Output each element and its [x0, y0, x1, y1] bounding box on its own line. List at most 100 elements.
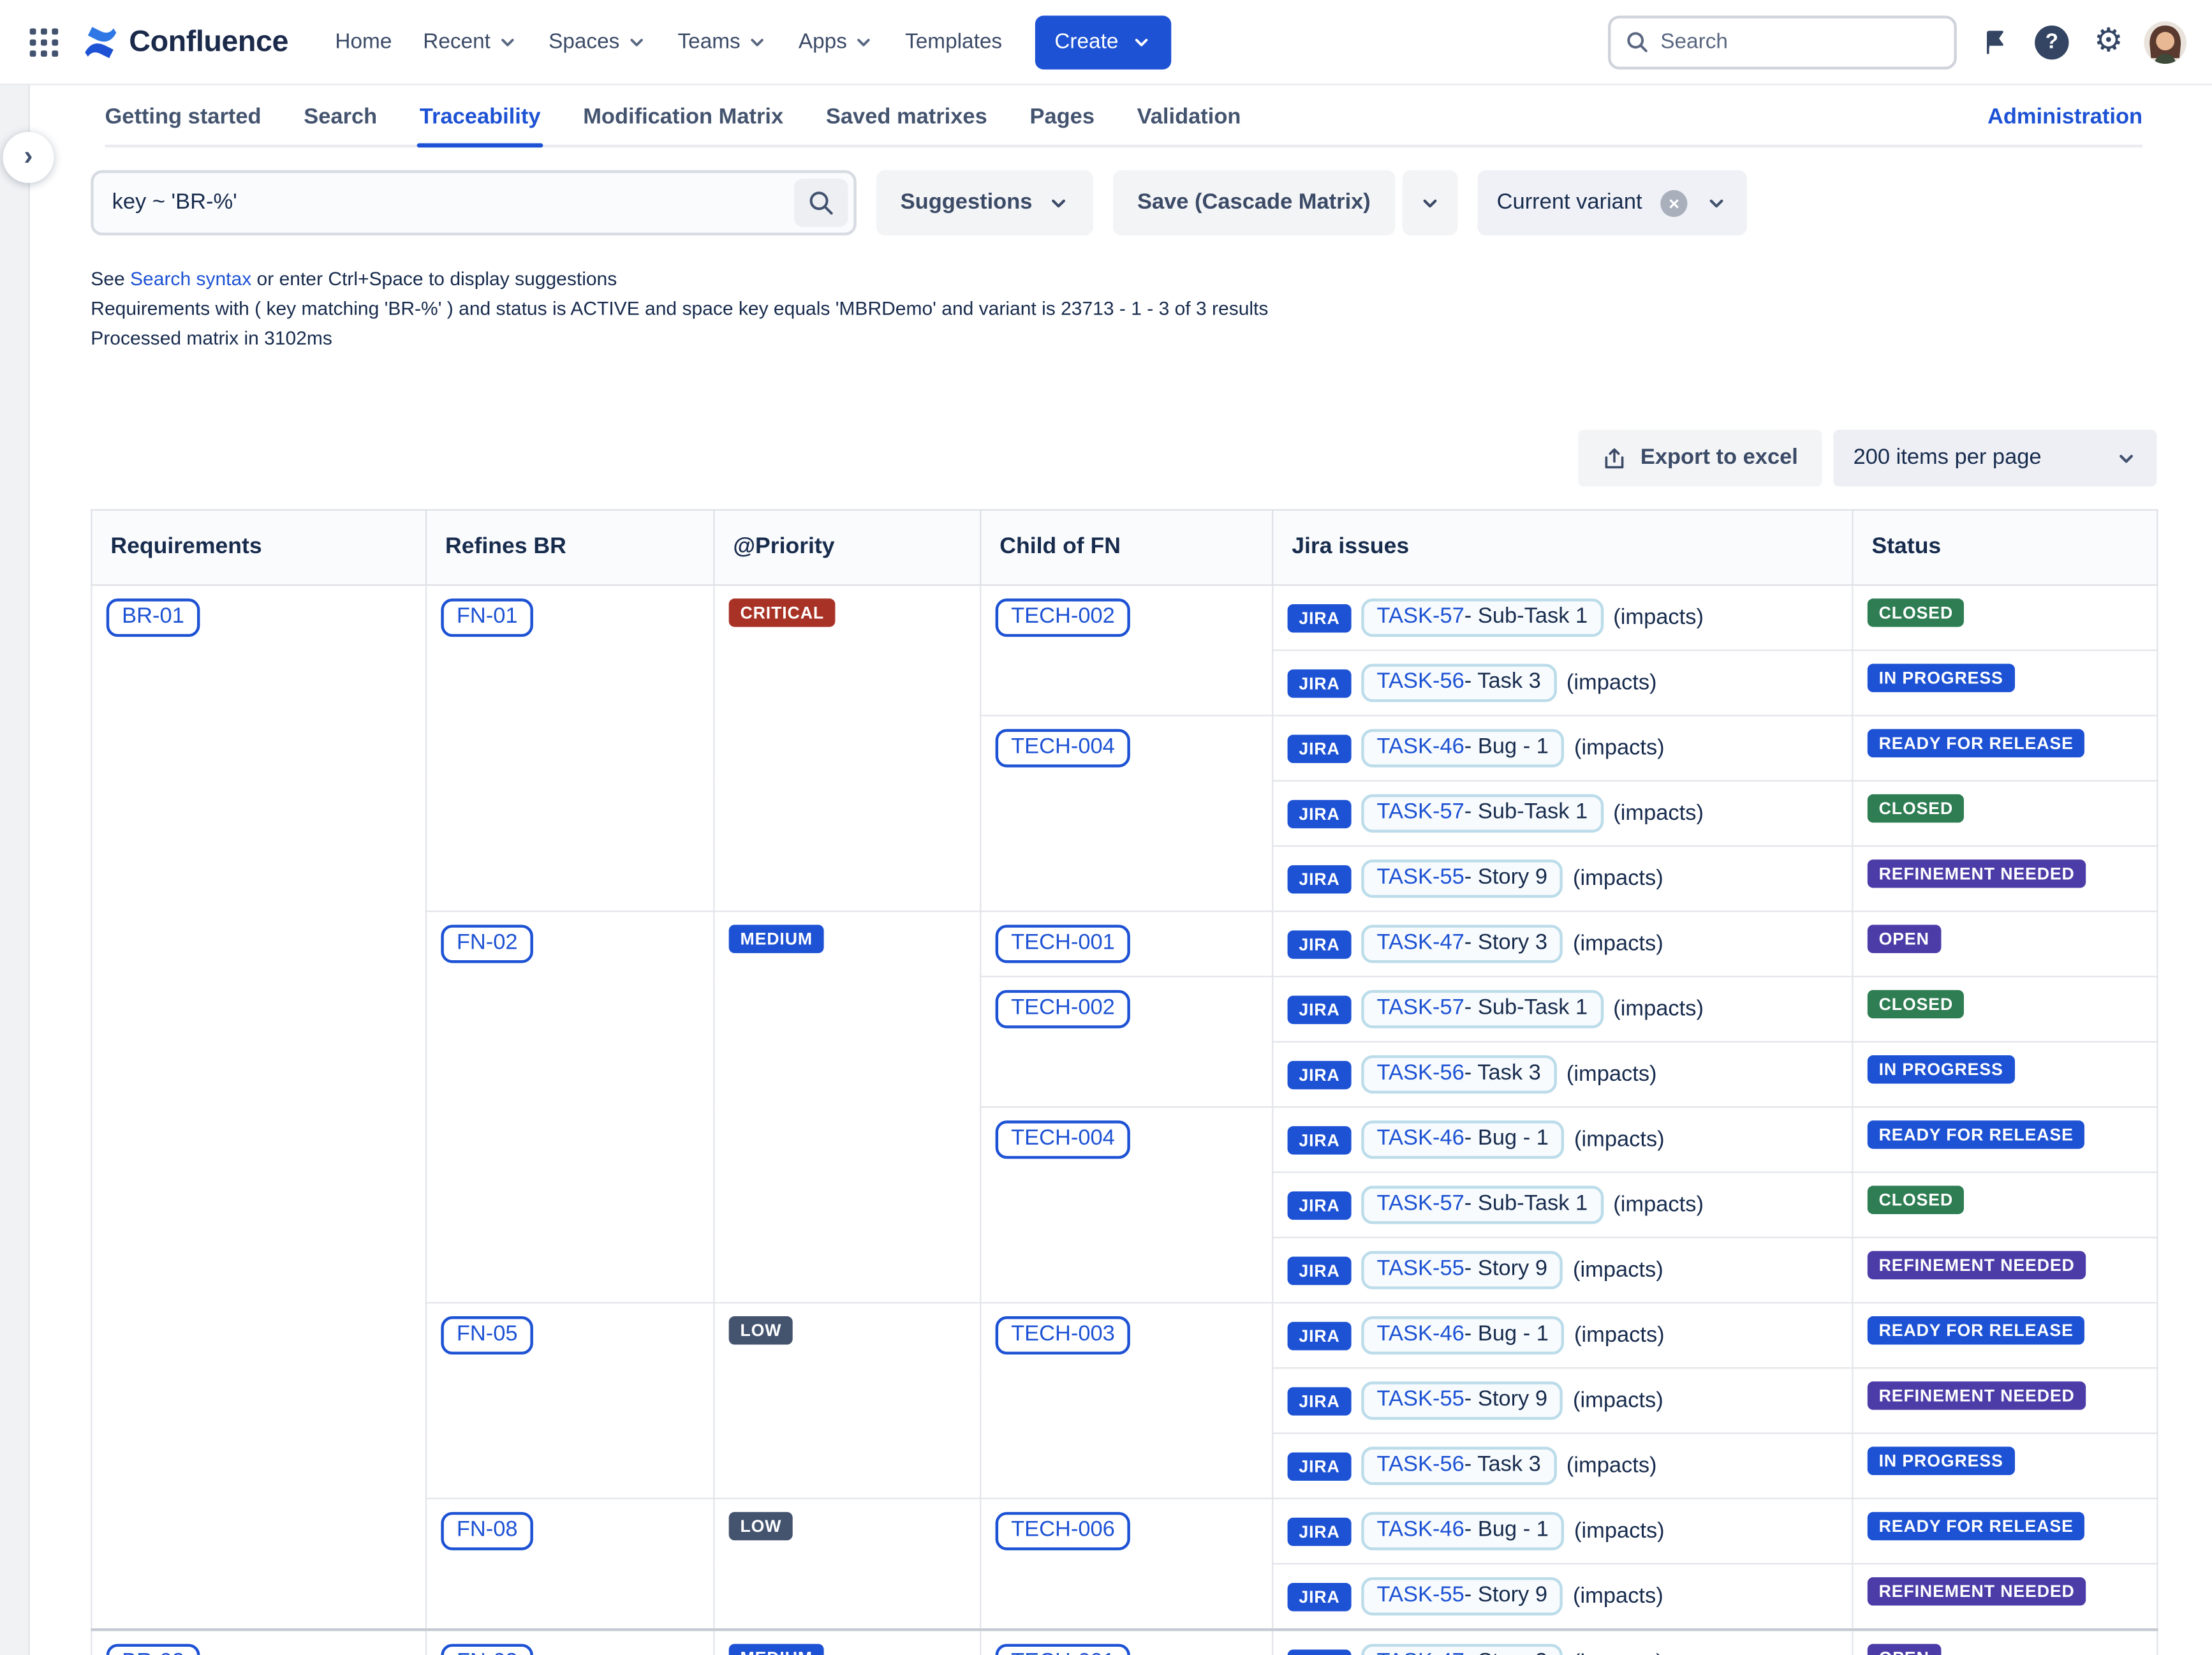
jira-badge: JIRA: [1288, 604, 1352, 632]
fn-pill[interactable]: FN-01: [441, 598, 533, 637]
requirement-pill[interactable]: BR-02: [107, 1644, 200, 1655]
impacts-label: (impacts): [1573, 1388, 1663, 1413]
issue-pill[interactable]: TASK-46- Bug - 1: [1361, 1316, 1564, 1354]
nav-item-apps[interactable]: Apps: [783, 19, 889, 65]
issue-pill[interactable]: TASK-46- Bug - 1: [1361, 1512, 1564, 1550]
tech-pill[interactable]: TECH-001: [996, 924, 1131, 963]
fn-pill[interactable]: FN-03: [441, 1644, 533, 1655]
export-to-excel-button[interactable]: Export to excel: [1578, 430, 1822, 487]
issue-pill[interactable]: TASK-55- Story 9: [1361, 1251, 1563, 1289]
cell-child-of-fn: TECH-002: [980, 977, 1272, 1108]
create-button[interactable]: Create: [1035, 15, 1170, 68]
query-help-text: See Search syntax or enter Ctrl+Space to…: [91, 263, 2212, 353]
save-options-button[interactable]: [1402, 170, 1457, 235]
cell-jira-issue: JIRATASK-47- Story 3(impacts): [1272, 1629, 1852, 1655]
tab-getting-started[interactable]: Getting started: [105, 105, 262, 148]
issue-pill[interactable]: TASK-57- Sub-Task 1: [1361, 598, 1604, 637]
tab-saved-matrixes[interactable]: Saved matrixes: [826, 105, 987, 148]
status-badge: READY FOR RELEASE: [1868, 1120, 2085, 1148]
issue-pill[interactable]: TASK-57- Sub-Task 1: [1361, 1186, 1604, 1224]
cell-status: CLOSED: [1852, 1172, 2157, 1237]
issue-key: TASK-55: [1377, 1387, 1464, 1411]
clear-variant-icon[interactable]: ×: [1660, 189, 1687, 216]
items-per-page-select[interactable]: 200 items per page: [1833, 430, 2157, 487]
suggestions-button[interactable]: Suggestions: [876, 170, 1093, 235]
jira-badge: JIRA: [1288, 1125, 1352, 1154]
cell-jira-issue: JIRATASK-57- Sub-Task 1(impacts): [1272, 1172, 1852, 1237]
cell-jira-issue: JIRATASK-55- Story 9(impacts): [1272, 846, 1852, 911]
cell-child-of-fn: TECH-004: [980, 1107, 1272, 1303]
nav-item-home[interactable]: Home: [320, 19, 408, 65]
tab-modification-matrix[interactable]: Modification Matrix: [583, 105, 783, 148]
issue-pill[interactable]: TASK-47- Story 3: [1361, 1644, 1563, 1655]
tech-pill[interactable]: TECH-001: [996, 1644, 1131, 1655]
tech-pill[interactable]: TECH-006: [996, 1512, 1131, 1550]
confluence-logo[interactable]: Confluence: [74, 18, 297, 66]
nav-item-recent[interactable]: Recent: [408, 19, 533, 65]
issue-pill[interactable]: TASK-57- Sub-Task 1: [1361, 990, 1604, 1028]
administration-link[interactable]: Administration: [1987, 105, 2142, 131]
issue-pill[interactable]: TASK-46- Bug - 1: [1361, 1120, 1564, 1159]
column-header: Jira issues: [1272, 510, 1852, 585]
help-button[interactable]: ?: [2028, 18, 2076, 66]
query-value: key ~ 'BR-%': [94, 190, 237, 216]
issue-key: TASK-55: [1377, 1257, 1464, 1281]
impacts-label: (impacts): [1573, 866, 1663, 891]
priority-badge: MEDIUM: [729, 924, 824, 953]
cell-priority: LOW: [714, 1303, 980, 1499]
impacts-label: (impacts): [1574, 736, 1665, 761]
issue-pill[interactable]: TASK-56- Task 3: [1361, 664, 1556, 702]
tech-pill[interactable]: TECH-002: [996, 990, 1131, 1028]
status-badge: REFINEMENT NEEDED: [1868, 1381, 2086, 1409]
nav-item-spaces[interactable]: Spaces: [533, 19, 662, 65]
fn-pill[interactable]: FN-08: [441, 1512, 533, 1550]
sidebar-expand-button[interactable]: ›: [3, 132, 54, 183]
settings-button[interactable]: ⚙: [2084, 18, 2133, 66]
search-syntax-link[interactable]: Search syntax: [130, 268, 251, 289]
status-badge: CLOSED: [1868, 990, 1965, 1018]
status-badge: OPEN: [1868, 1644, 1941, 1655]
tab-validation[interactable]: Validation: [1137, 105, 1241, 148]
table-toolbar: Export to excel 200 items per page: [91, 430, 2157, 487]
jira-badge: JIRA: [1288, 995, 1352, 1023]
fn-pill[interactable]: FN-05: [441, 1316, 533, 1354]
tab-search[interactable]: Search: [304, 105, 377, 148]
app-switcher-icon[interactable]: [20, 18, 68, 66]
issue-title: - Task 3: [1464, 1452, 1541, 1476]
run-search-button[interactable]: [794, 179, 848, 227]
profile-button[interactable]: [2141, 18, 2190, 66]
issue-pill[interactable]: TASK-55- Story 9: [1361, 1577, 1563, 1615]
cell-jira-issue: JIRATASK-57- Sub-Task 1(impacts): [1272, 585, 1852, 650]
processed-time-line: Processed matrix in 3102ms: [91, 323, 2212, 353]
tech-pill[interactable]: TECH-004: [996, 1120, 1131, 1159]
tab-list: Getting started Search Traceability Modific…: [91, 105, 2142, 148]
tech-pill[interactable]: TECH-004: [996, 729, 1131, 768]
jira-badge: JIRA: [1288, 734, 1352, 762]
nav-item-teams[interactable]: Teams: [662, 19, 783, 65]
fn-pill[interactable]: FN-02: [441, 924, 533, 963]
issue-pill[interactable]: TASK-56- Task 3: [1361, 1055, 1556, 1094]
issue-pill[interactable]: TASK-57- Sub-Task 1: [1361, 794, 1604, 833]
cell-jira-issue: JIRATASK-46- Bug - 1(impacts): [1272, 1499, 1852, 1564]
issue-pill[interactable]: TASK-55- Story 9: [1361, 1381, 1563, 1420]
notifications-button[interactable]: [1971, 18, 2019, 66]
issue-pill[interactable]: TASK-46- Bug - 1: [1361, 729, 1564, 768]
status-badge: REFINEMENT NEEDED: [1868, 1251, 2086, 1279]
requirement-pill[interactable]: BR-01: [107, 598, 200, 637]
tab-pages[interactable]: Pages: [1029, 105, 1095, 148]
variant-select[interactable]: Current variant ×: [1477, 170, 1748, 235]
chevron-down-icon: [854, 32, 874, 52]
issue-pill[interactable]: TASK-55- Story 9: [1361, 859, 1563, 898]
issue-pill[interactable]: TASK-56- Task 3: [1361, 1447, 1556, 1485]
tech-pill[interactable]: TECH-003: [996, 1316, 1131, 1354]
flag-icon: [1981, 27, 2009, 56]
impacts-label: (impacts): [1613, 801, 1704, 826]
global-search-input[interactable]: Search: [1608, 15, 1957, 68]
issue-pill[interactable]: TASK-47- Story 3: [1361, 924, 1563, 963]
tab-traceability[interactable]: Traceability: [420, 105, 541, 148]
requirement-query-input[interactable]: key ~ 'BR-%': [91, 170, 856, 235]
tech-pill[interactable]: TECH-002: [996, 598, 1131, 637]
save-cascade-button[interactable]: Save (Cascade Matrix): [1113, 170, 1394, 235]
issue-title: - Bug - 1: [1464, 735, 1549, 759]
nav-item-templates[interactable]: Templates: [890, 19, 1018, 65]
